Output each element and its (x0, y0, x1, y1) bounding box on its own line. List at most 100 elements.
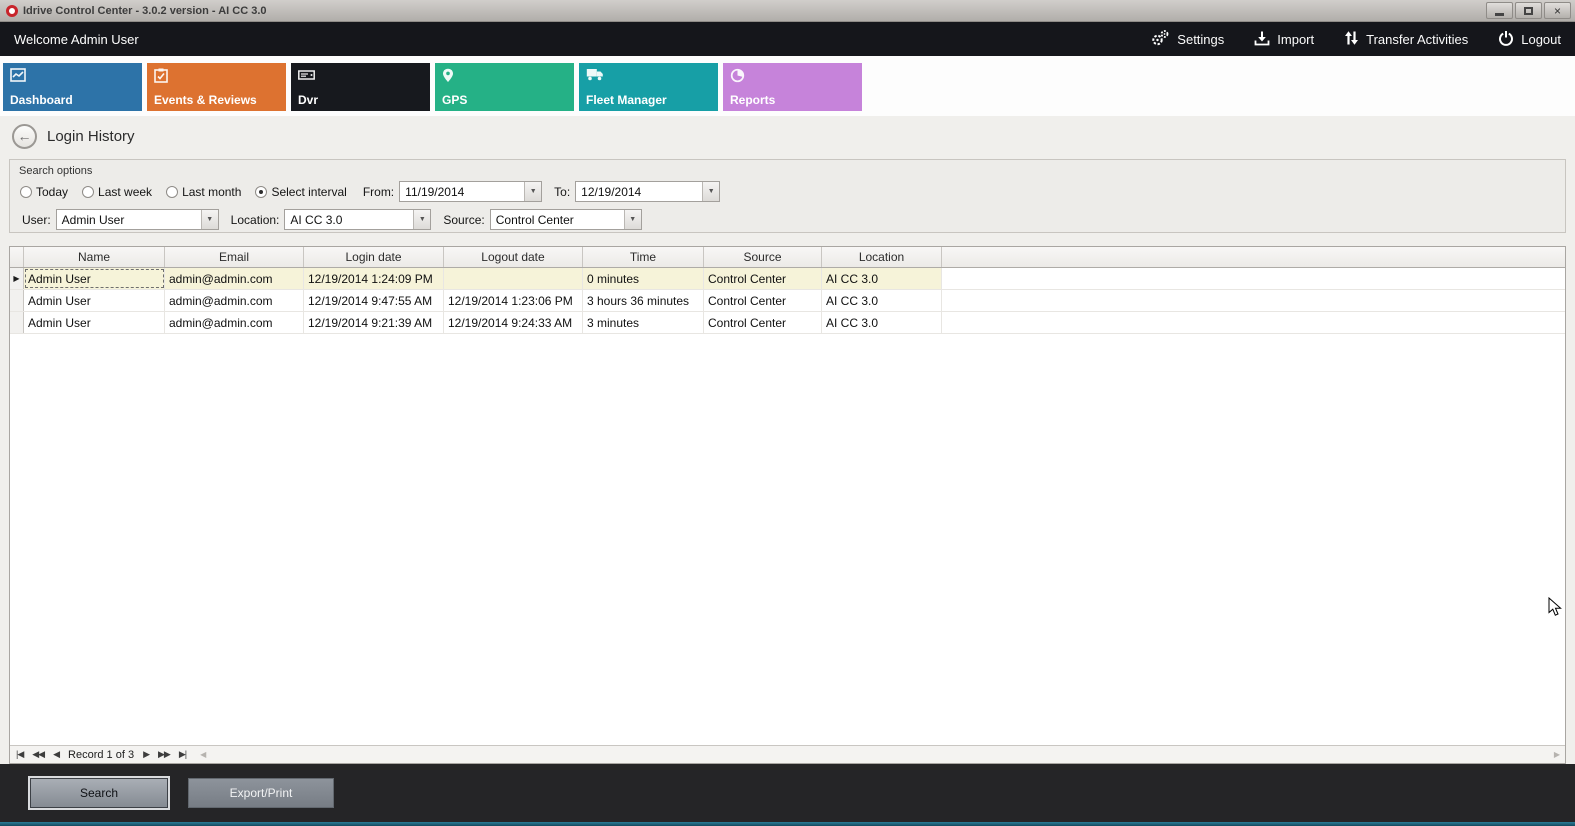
transfer-activities-label: Transfer Activities (1366, 32, 1468, 47)
from-date-combo[interactable]: 11/19/2014 ▼ (399, 181, 542, 202)
export-print-button[interactable]: Export/Print (188, 778, 334, 808)
radio-circle (82, 186, 94, 198)
tile-events-reviews[interactable]: Events & Reviews (147, 63, 286, 111)
scroll-right-icon[interactable]: ▶ (1554, 750, 1560, 759)
tile-gps[interactable]: GPS (435, 63, 574, 111)
chevron-down-icon[interactable]: ▼ (702, 182, 719, 201)
tile-dvr-label: Dvr (298, 93, 318, 107)
cell-email[interactable]: admin@admin.com (165, 268, 304, 289)
first-record-button[interactable]: |◀ (16, 749, 23, 760)
horizontal-scrollbar[interactable]: ◀ ▶ (195, 750, 1565, 759)
tile-fleet-manager[interactable]: Fleet Manager (579, 63, 718, 111)
import-button[interactable]: Import (1254, 30, 1314, 49)
tile-events-reviews-label: Events & Reviews (154, 93, 257, 107)
transfer-activities-button[interactable]: Transfer Activities (1344, 30, 1468, 49)
tile-fleet-manager-label: Fleet Manager (586, 93, 667, 107)
indicator-column-header (10, 247, 24, 267)
tile-reports[interactable]: Reports (723, 63, 862, 111)
radio-select-interval[interactable]: Select interval (255, 185, 346, 199)
table-row[interactable]: ▶ Admin User admin@admin.com 12/19/2014 … (10, 268, 1565, 290)
to-date-combo[interactable]: 12/19/2014 ▼ (575, 181, 720, 202)
next-page-button[interactable]: ▶▶ (158, 749, 170, 760)
window-bottom-border (0, 822, 1575, 826)
table-row[interactable]: Admin User admin@admin.com 12/19/2014 9:… (10, 290, 1565, 312)
settings-button[interactable]: Settings (1150, 29, 1224, 50)
radio-circle (20, 186, 32, 198)
dvr-box-icon (298, 68, 315, 86)
gears-icon (1150, 29, 1170, 50)
radio-today[interactable]: Today (20, 185, 68, 199)
source-label: Source: (443, 213, 484, 227)
maximize-button[interactable] (1515, 2, 1542, 19)
chevron-down-icon[interactable]: ▼ (624, 210, 641, 229)
interval-row: Today Last week Last month Select interv… (10, 180, 1565, 202)
column-header-email[interactable]: Email (165, 247, 304, 267)
back-button[interactable]: ← (12, 124, 37, 149)
cell-name[interactable]: Admin User (24, 268, 165, 289)
user-value: Admin User (57, 213, 201, 227)
chevron-down-icon[interactable]: ▼ (524, 182, 541, 201)
cell-login-date[interactable]: 12/19/2014 9:47:55 AM (304, 290, 444, 311)
column-header-name[interactable]: Name (24, 247, 165, 267)
cell-source[interactable]: Control Center (704, 268, 822, 289)
menu-actions: Settings Import Transfer Activities Logo… (1150, 29, 1561, 50)
app-logo-icon (6, 5, 18, 17)
close-button[interactable]: × (1544, 2, 1571, 19)
column-header-login-date[interactable]: Login date (304, 247, 444, 267)
row-filler (942, 268, 1565, 289)
logout-button[interactable]: Logout (1498, 30, 1561, 49)
table-row[interactable]: Admin User admin@admin.com 12/19/2014 9:… (10, 312, 1565, 334)
cell-name[interactable]: Admin User (24, 312, 165, 333)
chevron-down-icon[interactable]: ▼ (201, 210, 218, 229)
cell-location[interactable]: AI CC 3.0 (822, 290, 942, 311)
row-indicator (10, 312, 24, 333)
cell-login-date[interactable]: 12/19/2014 9:21:39 AM (304, 312, 444, 333)
back-arrow-icon: ← (18, 129, 32, 143)
cell-source[interactable]: Control Center (704, 312, 822, 333)
module-tiles: Dashboard Events & Reviews Dvr GPS Fleet… (0, 56, 1575, 116)
user-combo[interactable]: Admin User ▼ (56, 209, 219, 230)
search-options-caption: Search options (10, 160, 1565, 180)
window-title: Idrive Control Center - 3.0.2 version - … (23, 5, 267, 17)
clipboard-check-icon (154, 68, 168, 88)
cell-logout-date[interactable]: 12/19/2014 9:24:33 AM (444, 312, 583, 333)
cell-logout-date[interactable]: 12/19/2014 1:23:06 PM (444, 290, 583, 311)
tile-dashboard[interactable]: Dashboard (3, 63, 142, 111)
cell-logout-date[interactable] (444, 268, 583, 289)
next-record-button[interactable]: ▶ (143, 749, 149, 760)
cell-source[interactable]: Control Center (704, 290, 822, 311)
column-header-time[interactable]: Time (583, 247, 704, 267)
column-header-source[interactable]: Source (704, 247, 822, 267)
tile-dvr[interactable]: Dvr (291, 63, 430, 111)
prev-record-button[interactable]: ◀ (53, 749, 59, 760)
radio-last-month[interactable]: Last month (166, 185, 241, 199)
cell-location[interactable]: AI CC 3.0 (822, 268, 942, 289)
to-date-value: 12/19/2014 (576, 185, 702, 199)
cell-location[interactable]: AI CC 3.0 (822, 312, 942, 333)
source-combo[interactable]: Control Center ▼ (490, 209, 642, 230)
column-header-location[interactable]: Location (822, 247, 942, 267)
row-filler (942, 290, 1565, 311)
column-header-logout-date[interactable]: Logout date (444, 247, 583, 267)
minimize-button[interactable] (1486, 2, 1513, 19)
radio-last-week[interactable]: Last week (82, 185, 152, 199)
grid-header: Name Email Login date Logout date Time S… (10, 247, 1565, 268)
location-combo[interactable]: AI CC 3.0 ▼ (284, 209, 431, 230)
search-button[interactable]: Search (30, 778, 168, 808)
chevron-down-icon[interactable]: ▼ (413, 210, 430, 229)
cell-time[interactable]: 0 minutes (583, 268, 704, 289)
cell-name[interactable]: Admin User (24, 290, 165, 311)
transfer-icon (1344, 30, 1359, 49)
map-pin-icon (442, 68, 454, 88)
cell-time[interactable]: 3 minutes (583, 312, 704, 333)
scroll-left-icon[interactable]: ◀ (200, 750, 206, 759)
cell-email[interactable]: admin@admin.com (165, 312, 304, 333)
title-bar: Idrive Control Center - 3.0.2 version - … (0, 0, 1575, 22)
prev-page-button[interactable]: ◀◀ (32, 749, 44, 760)
filter-row: User: Admin User ▼ Location: AI CC 3.0 ▼… (10, 202, 1565, 230)
last-record-button[interactable]: ▶| (179, 749, 186, 760)
cell-email[interactable]: admin@admin.com (165, 290, 304, 311)
cell-login-date[interactable]: 12/19/2014 1:24:09 PM (304, 268, 444, 289)
cell-time[interactable]: 3 hours 36 minutes (583, 290, 704, 311)
grid-wrap: Name Email Login date Logout date Time S… (0, 233, 1575, 764)
